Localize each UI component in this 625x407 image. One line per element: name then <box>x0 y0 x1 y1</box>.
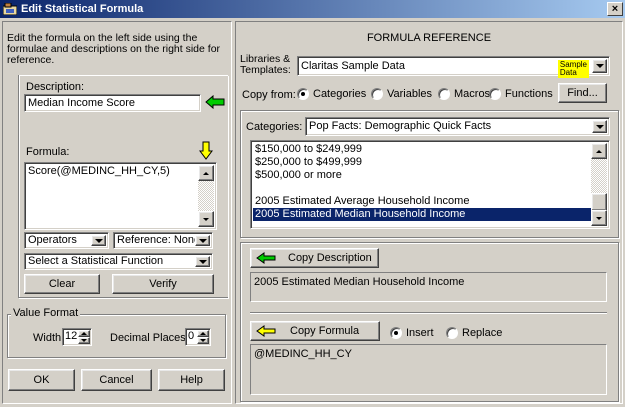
radio-label: Macros <box>454 88 491 100</box>
copy-formula-button[interactable]: Copy Formula <box>250 321 380 341</box>
scroll-up-button[interactable] <box>198 165 214 181</box>
scroll-down-icon <box>596 216 602 220</box>
close-icon: × <box>611 2 619 15</box>
list-item[interactable]: $150,000 to $249,999 <box>253 143 591 156</box>
scroll-down-button[interactable] <box>591 210 607 226</box>
category-list-scrollbar[interactable] <box>591 143 607 226</box>
copy-from-macros-radio[interactable]: Macros <box>438 88 490 100</box>
stat-function-combo[interactable]: Select a Statistical Function <box>24 253 213 270</box>
description-display: 2005 Estimated Median Household Income <box>250 272 607 302</box>
reference-combo[interactable]: Reference: None <box>113 232 213 249</box>
sample-data-badge: Sample Data <box>557 60 589 78</box>
category-list[interactable]: $150,000 to $249,999 $250,000 to $499,99… <box>250 140 610 229</box>
categories-combo[interactable]: Pop Facts: Demographic Quick Facts <box>305 117 610 136</box>
copy-from-functions-radio[interactable]: Functions <box>489 88 553 100</box>
list-item-selected[interactable]: 2005 Estimated Median Household Income <box>253 208 591 221</box>
radio-icon <box>297 88 309 100</box>
chevron-down-icon <box>595 64 604 68</box>
scroll-up-icon <box>203 171 209 175</box>
stat-function-value: Select a Statistical Function <box>28 255 164 267</box>
libraries-label: Libraries & Templates: <box>240 53 291 76</box>
radio-icon <box>489 88 501 100</box>
categories-label: Categories: <box>246 121 303 133</box>
formula-text: Score(@MEDINC_HH_CY,5) <box>28 165 170 177</box>
libraries-dropdown-button[interactable] <box>592 59 607 73</box>
cancel-button[interactable]: Cancel <box>81 369 152 391</box>
radio-icon <box>438 88 450 100</box>
spin-down-icon[interactable] <box>78 337 90 344</box>
radio-icon <box>371 88 383 100</box>
categories-dropdown-button[interactable] <box>592 120 607 133</box>
radio-label: Replace <box>462 327 503 339</box>
formula-reference-header: FORMULA REFERENCE <box>366 32 492 44</box>
separator <box>250 312 607 314</box>
yellow-down-arrow-icon[interactable] <box>199 141 213 163</box>
formula-scrollbar[interactable] <box>198 165 214 227</box>
chevron-down-icon <box>94 238 103 243</box>
copy-from-label: Copy from: <box>242 89 296 101</box>
scroll-thumb[interactable] <box>591 193 607 211</box>
formula-display: @MEDINC_HH_CY <box>250 344 607 395</box>
scroll-down-icon <box>203 217 209 221</box>
formula-label: Formula: <box>26 146 70 158</box>
radio-label: Variables <box>387 88 433 100</box>
green-left-arrow-icon <box>256 252 276 264</box>
yellow-left-arrow-icon <box>256 325 276 337</box>
width-spin-buttons[interactable] <box>78 330 90 344</box>
width-label: Width: <box>33 332 65 344</box>
value-format-label: Value Format <box>11 307 81 319</box>
title-bar: Edit Statistical Formula × <box>0 0 625 18</box>
spin-up-icon[interactable] <box>197 330 209 337</box>
find-button[interactable]: Find... <box>558 83 607 103</box>
list-item[interactable]: $500,000 or more <box>253 169 591 182</box>
radio-label: Categories <box>313 88 367 100</box>
copy-description-label: Copy Description <box>288 252 372 264</box>
radio-label: Insert <box>406 327 434 339</box>
scroll-up-icon <box>596 149 602 153</box>
formula-textarea[interactable]: Score(@MEDINC_HH_CY,5) <box>24 162 217 230</box>
radio-label: Functions <box>505 88 553 100</box>
list-item[interactable]: $250,000 to $499,999 <box>253 156 591 169</box>
replace-radio[interactable]: Replace <box>446 327 502 339</box>
categories-value: Pop Facts: Demographic Quick Facts <box>309 120 492 132</box>
decimal-places-label: Decimal Places: <box>110 332 189 344</box>
width-spinner[interactable]: 12 <box>62 328 92 346</box>
list-item[interactable] <box>253 182 591 195</box>
scroll-up-button[interactable] <box>591 143 607 159</box>
copy-from-variables-radio[interactable]: Variables <box>371 88 432 100</box>
clear-button[interactable]: Clear <box>24 274 100 294</box>
chevron-down-icon <box>595 124 604 129</box>
decimal-places-spinner[interactable]: 0 <box>185 328 211 346</box>
window-title: Edit Statistical Formula <box>21 3 144 15</box>
chevron-down-icon <box>198 259 207 264</box>
green-arrow-icon[interactable] <box>205 94 225 112</box>
stat-function-dropdown-button[interactable] <box>195 256 210 267</box>
chevron-down-icon <box>198 238 207 243</box>
description-input[interactable]: Median Income Score <box>24 94 201 112</box>
operators-combo[interactable]: Operators <box>24 232 109 249</box>
spin-up-icon[interactable] <box>78 330 90 337</box>
ok-button[interactable]: OK <box>8 369 75 391</box>
reference-dropdown-button[interactable] <box>195 235 210 246</box>
app-icon <box>3 3 17 15</box>
close-button[interactable]: × <box>607 2 623 16</box>
copy-from-categories-radio[interactable]: Categories <box>297 88 366 100</box>
instructions-text: Edit the formula on the left side using … <box>7 32 221 66</box>
copy-formula-label: Copy Formula <box>290 325 360 337</box>
verify-button[interactable]: Verify <box>112 274 214 294</box>
category-list-items: $150,000 to $249,999 $250,000 to $499,99… <box>253 143 591 221</box>
help-button[interactable]: Help <box>158 369 225 391</box>
operators-dropdown-button[interactable] <box>91 235 106 246</box>
scroll-down-button[interactable] <box>198 211 214 227</box>
sample-badge-text: Sample Data <box>559 60 587 77</box>
list-item[interactable]: 2005 Estimated Average Household Income <box>253 195 591 208</box>
radio-icon <box>446 327 458 339</box>
spin-down-icon[interactable] <box>197 337 209 344</box>
libraries-combo[interactable]: Claritas Sample Data Sample Data <box>297 56 610 78</box>
decimal-spin-buttons[interactable] <box>197 330 209 344</box>
copy-description-button[interactable]: Copy Description <box>250 248 379 268</box>
radio-icon <box>390 327 402 339</box>
insert-radio[interactable]: Insert <box>390 327 434 339</box>
description-label: Description: <box>26 81 85 93</box>
